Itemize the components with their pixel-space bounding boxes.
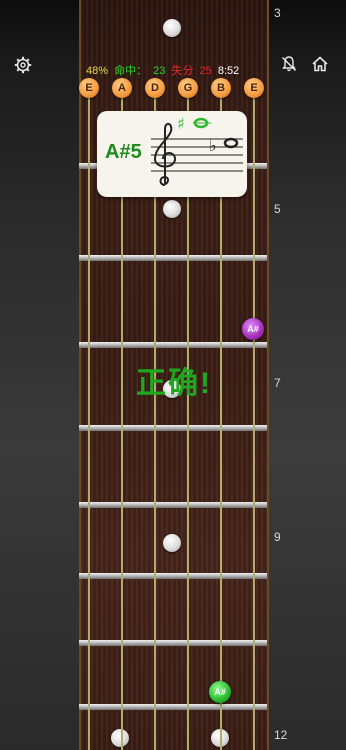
accuracy-value: 48% [86, 65, 109, 77]
note-head-flat [223, 137, 239, 149]
fret [79, 573, 267, 579]
sharp-symbol: ♯ [177, 115, 185, 133]
hits-value: 23 [153, 65, 166, 77]
note-marker-wrong[interactable]: A# [242, 318, 264, 340]
fret [79, 640, 267, 646]
feedback-message: 正确! [136, 367, 212, 400]
miss-label: 失分 [171, 65, 194, 77]
open-strings-row: E A D G B E [0, 78, 346, 100]
fret [79, 342, 267, 348]
home-icon[interactable] [311, 55, 329, 78]
left-background [0, 0, 80, 750]
gear-icon[interactable] [14, 56, 32, 79]
timer: 8:52 [217, 65, 240, 77]
treble-clef-icon [153, 123, 177, 186]
open-string-g[interactable]: G [178, 78, 198, 98]
fret-inlay [163, 200, 181, 218]
note-question-card: A#5 ♯ ♭ [97, 111, 247, 197]
note-marker-correct[interactable]: A# [209, 681, 231, 703]
miss-value: 25 [199, 65, 212, 77]
fret-number: 12 [274, 728, 288, 742]
notification-off-icon[interactable] [280, 55, 298, 78]
open-string-d[interactable]: D [145, 78, 165, 98]
string-6[interactable] [88, 78, 90, 750]
fret-number: 5 [274, 202, 281, 216]
fret-number: 7 [274, 376, 281, 390]
fret [79, 502, 267, 508]
right-background [264, 0, 346, 750]
fret-inlay [163, 534, 181, 552]
open-string-b[interactable]: B [211, 78, 231, 98]
target-note: A#5 [105, 141, 142, 163]
music-staff: ♯ ♭ [151, 115, 243, 186]
fret [79, 704, 267, 710]
open-string-a[interactable]: A [112, 78, 132, 98]
fret-number: 9 [274, 530, 281, 544]
fret [79, 425, 267, 431]
flat-symbol: ♭ [209, 136, 217, 155]
open-string-e-low[interactable]: E [79, 78, 99, 98]
score-stats: 48% 命中： 23 失分 25 8:52 [86, 62, 242, 78]
fret-inlay [163, 19, 181, 37]
string-1[interactable] [253, 78, 255, 750]
hits-label: 命中： [114, 65, 148, 77]
fret [79, 255, 267, 261]
fret-number: 3 [274, 6, 281, 20]
fret-inlay [111, 729, 129, 747]
open-string-e-high[interactable]: E [244, 78, 264, 98]
